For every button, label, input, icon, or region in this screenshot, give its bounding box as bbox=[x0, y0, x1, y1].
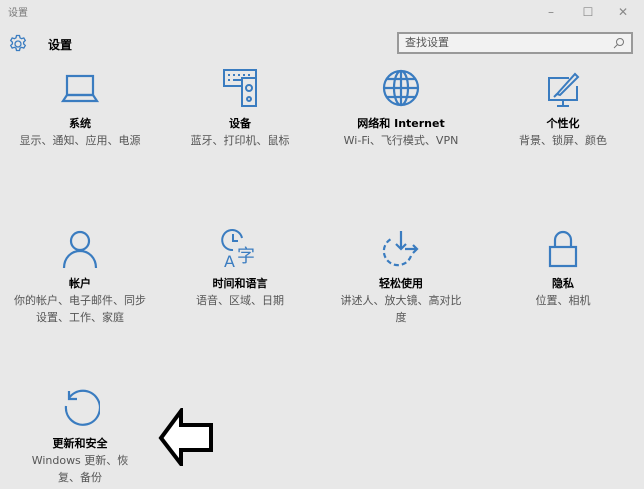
tile-title: 网络和 Internet bbox=[357, 117, 445, 130]
search-input[interactable]: 查找设置 bbox=[397, 32, 633, 54]
tile-desc: 背景、锁屏、颜色 bbox=[519, 134, 607, 147]
tile-desc: 讲述人、放大镜、高对比度 bbox=[340, 294, 462, 324]
tile-ease-of-access[interactable]: 轻松使用 讲述人、放大镜、高对比度 bbox=[326, 228, 476, 326]
window-title: 设置 bbox=[8, 8, 28, 19]
ease-of-access-icon bbox=[382, 231, 419, 267]
person-icon bbox=[62, 230, 98, 268]
title-bar: 设置 – ☐ ✕ bbox=[0, 0, 644, 24]
laptop-icon bbox=[60, 74, 100, 103]
tile-title: 轻松使用 bbox=[379, 277, 423, 290]
tile-desc: 蓝牙、打印机、鼠标 bbox=[190, 134, 290, 147]
time-language-icon: A字 bbox=[221, 229, 255, 268]
maximize-button[interactable]: ☐ bbox=[573, 2, 603, 22]
tile-personalization[interactable]: 个性化 背景、锁屏、颜色 bbox=[488, 68, 638, 149]
tile-title: 系统 bbox=[69, 117, 91, 130]
tile-desc: Wi-Fi、飞行模式、VPN bbox=[343, 134, 459, 147]
tile-devices[interactable]: 设备 蓝牙、打印机、鼠标 bbox=[165, 68, 315, 149]
svg-text:字: 字 bbox=[237, 246, 255, 267]
update-icon bbox=[64, 389, 100, 426]
gear-icon bbox=[9, 34, 27, 52]
tile-network[interactable]: 网络和 Internet Wi-Fi、飞行模式、VPN bbox=[326, 68, 476, 149]
search-icon[interactable] bbox=[613, 37, 625, 49]
arrow-annotation-icon bbox=[158, 408, 213, 466]
close-button[interactable]: ✕ bbox=[608, 2, 638, 22]
tile-title: 时间和语言 bbox=[212, 277, 268, 290]
globe-icon bbox=[382, 69, 420, 107]
tile-desc: 语音、区域、日期 bbox=[196, 294, 284, 307]
devices-icon bbox=[223, 69, 257, 107]
minimize-button[interactable]: – bbox=[536, 2, 566, 22]
tile-title: 个性化 bbox=[546, 117, 580, 130]
personalization-icon bbox=[548, 72, 580, 107]
tile-accounts[interactable]: 帐户 你的帐户、电子邮件、同步设置、工作、家庭 bbox=[5, 228, 155, 326]
tile-time-language[interactable]: A字 时间和语言 语音、区域、日期 bbox=[165, 228, 315, 309]
tile-desc: 位置、相机 bbox=[535, 294, 591, 307]
tile-update-security[interactable]: 更新和安全 Windows 更新、恢复、备份 bbox=[5, 388, 155, 486]
tile-title: 更新和安全 bbox=[52, 437, 108, 450]
tile-desc: Windows 更新、恢复、备份 bbox=[31, 454, 129, 484]
tile-privacy[interactable]: 隐私 位置、相机 bbox=[488, 228, 638, 309]
lock-icon bbox=[548, 230, 578, 268]
tile-system[interactable]: 系统 显示、通知、应用、电源 bbox=[5, 68, 155, 149]
search-placeholder: 查找设置 bbox=[405, 36, 449, 49]
tile-desc: 显示、通知、应用、电源 bbox=[19, 134, 141, 147]
tile-title: 帐户 bbox=[69, 277, 91, 290]
tile-title: 设备 bbox=[229, 117, 251, 130]
page-title: 设置 bbox=[48, 38, 73, 52]
tile-desc: 你的帐户、电子邮件、同步设置、工作、家庭 bbox=[14, 294, 146, 324]
svg-text:A: A bbox=[224, 252, 235, 268]
tile-title: 隐私 bbox=[552, 277, 574, 290]
